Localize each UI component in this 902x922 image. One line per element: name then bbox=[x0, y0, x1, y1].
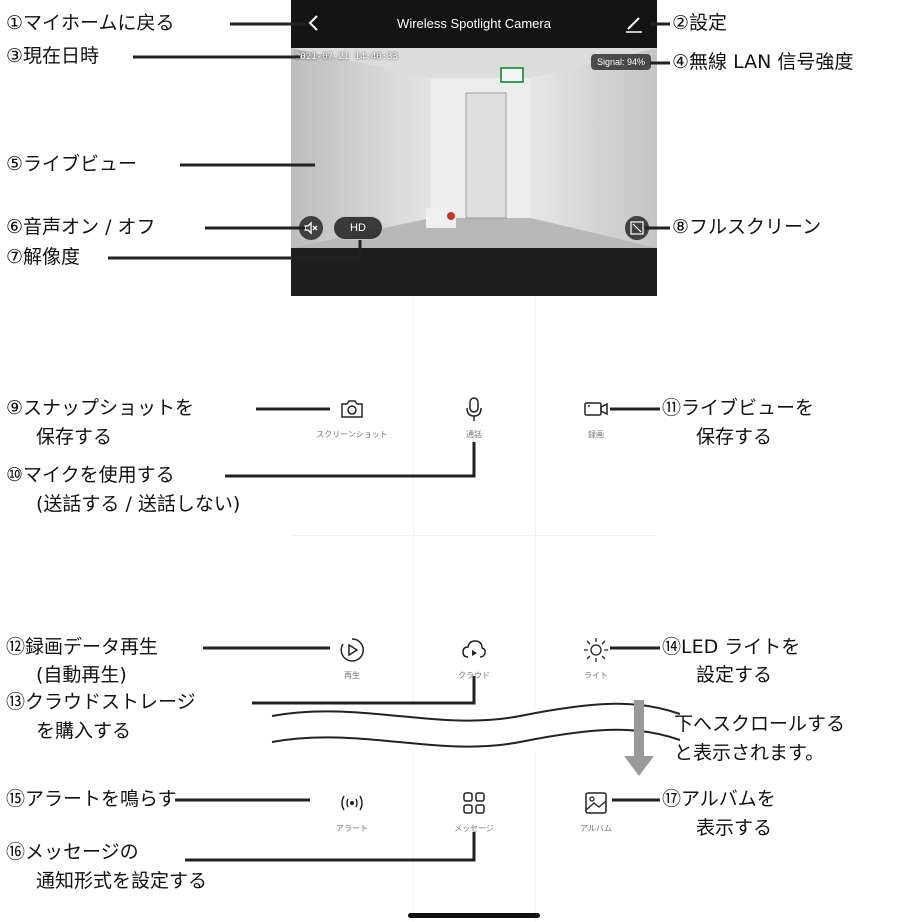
screenshot-button[interactable]: スクリーンショット bbox=[291, 395, 413, 455]
audio-toggle-button[interactable] bbox=[299, 216, 323, 240]
annotation-settings: ②設定 bbox=[672, 12, 728, 34]
talk-button[interactable]: 通話 bbox=[413, 395, 535, 455]
tile-label: 録画 bbox=[588, 430, 604, 439]
light-icon bbox=[584, 638, 608, 662]
tile-label: ライト bbox=[584, 671, 608, 680]
tile-label: クラウド bbox=[458, 671, 490, 680]
live-view[interactable]: 2021-07-21 14:40:33 Signal: 94% HD bbox=[291, 48, 657, 248]
wifi-signal-badge: Signal: 94% bbox=[590, 54, 651, 70]
video-camera-icon bbox=[584, 402, 608, 416]
annotation-playback-sub: (自動再生) bbox=[36, 664, 127, 686]
annotation-cloud-sub: を購入する bbox=[36, 720, 132, 742]
annotation-scroll-sub: と表示されます。 bbox=[674, 742, 825, 764]
annotation-message: ⑯メッセージの bbox=[6, 841, 139, 863]
cloud-button[interactable]: クラウド bbox=[413, 636, 535, 696]
tile-label: スクリーンショット bbox=[316, 430, 388, 439]
tile-label: アラート bbox=[336, 824, 368, 833]
edit-pencil-icon[interactable] bbox=[623, 13, 645, 35]
tile-label: 通話 bbox=[466, 430, 482, 439]
page-title: Wireless Spotlight Camera bbox=[397, 16, 551, 31]
album-button[interactable]: アルバム bbox=[535, 789, 657, 849]
home-indicator[interactable] bbox=[408, 913, 540, 918]
resolution-button[interactable]: HD bbox=[333, 216, 383, 240]
alarm-button[interactable]: アラート bbox=[291, 789, 413, 849]
grid-divider bbox=[291, 535, 657, 536]
annotation-record-sub: 保存する bbox=[696, 426, 773, 448]
message-button[interactable]: メッセージ bbox=[413, 789, 535, 849]
annotation-alarm: ⑮アラートを鳴らす bbox=[6, 788, 177, 810]
annotation-resolution: ⑦解像度 bbox=[6, 246, 81, 268]
annotation-snapshot: ⑨スナップショットを bbox=[6, 397, 195, 419]
annotation-message-sub: 通知形式を設定する bbox=[36, 870, 208, 892]
annotation-cloud: ⑬クラウドストレージ bbox=[6, 691, 196, 713]
annotation-home: ①マイホームに戻る bbox=[6, 12, 175, 34]
annotation-album-sub: 表示する bbox=[696, 817, 773, 839]
camera-icon bbox=[341, 400, 363, 418]
annotation-light-sub: 設定する bbox=[696, 664, 773, 686]
annotation-snapshot-sub: 保存する bbox=[36, 426, 113, 448]
annotation-mic: ⑩マイクを使用する bbox=[6, 464, 175, 486]
speaker-muted-icon bbox=[304, 221, 318, 235]
message-grid-icon bbox=[463, 792, 485, 814]
play-icon bbox=[340, 638, 364, 662]
cloud-icon bbox=[462, 640, 486, 658]
annotation-scroll: 下へスクロールする bbox=[674, 713, 846, 735]
playback-button[interactable]: 再生 bbox=[291, 636, 413, 696]
feature-grid: スクリーンショット 通話 録画 再生 クラウド ライト アラート メッセージ ア… bbox=[291, 296, 657, 922]
annotation-mic-sub: (送話する / 送話しない) bbox=[36, 493, 241, 515]
annotation-signal: ④無線 LAN 信号強度 bbox=[672, 51, 854, 73]
fullscreen-button[interactable] bbox=[625, 216, 649, 240]
annotation-record: ⑪ライブビューを bbox=[662, 397, 815, 419]
light-button[interactable]: ライト bbox=[535, 636, 657, 696]
fullscreen-icon bbox=[630, 221, 644, 235]
current-datetime: 2021-07-21 14:40:33 bbox=[295, 52, 398, 62]
annotation-datetime: ③現在日時 bbox=[6, 45, 100, 67]
annotation-playback: ⑫録画データ再生 bbox=[6, 636, 159, 658]
tile-label: アルバム bbox=[580, 824, 612, 833]
video-bottom-bar bbox=[291, 248, 657, 296]
record-button[interactable]: 録画 bbox=[535, 395, 657, 455]
annotation-light: ⑭LED ライトを bbox=[662, 636, 801, 658]
alarm-icon bbox=[341, 795, 363, 811]
annotation-album: ⑰アルバムを bbox=[662, 788, 776, 810]
app-header: Wireless Spotlight Camera bbox=[291, 0, 657, 48]
annotation-liveview: ⑤ライブビュー bbox=[6, 153, 138, 175]
microphone-icon bbox=[466, 397, 482, 421]
tile-label: メッセージ bbox=[454, 824, 494, 833]
phone-screen: Wireless Spotlight Camera 2021-07-21 14:… bbox=[291, 0, 657, 922]
album-icon bbox=[585, 792, 607, 814]
tile-label: 再生 bbox=[344, 671, 360, 680]
annotation-fullscreen: ⑧フルスクリーン bbox=[672, 216, 822, 238]
annotation-audio: ⑥音声オン / オフ bbox=[6, 216, 156, 238]
